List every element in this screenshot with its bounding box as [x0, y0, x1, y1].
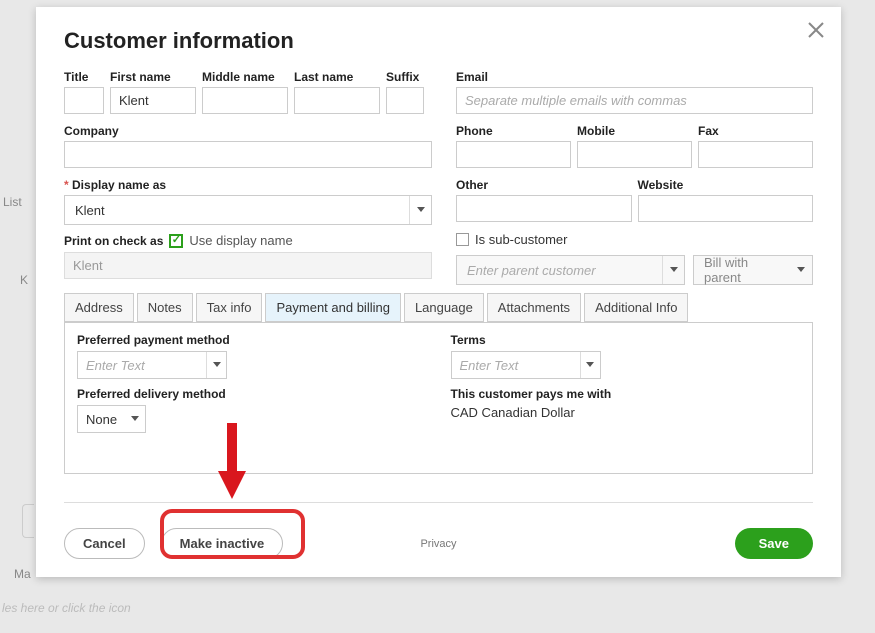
- pref-delivery-method-select[interactable]: None: [77, 405, 146, 433]
- modal-title: Customer information: [64, 28, 813, 54]
- pays-with-value: CAD Canadian Dollar: [451, 405, 801, 420]
- phone-field[interactable]: [456, 141, 571, 168]
- privacy-link[interactable]: Privacy: [420, 538, 456, 550]
- suffix-field[interactable]: [386, 87, 424, 114]
- label-last-name: Last name: [294, 70, 380, 84]
- bill-with-parent-select[interactable]: Bill with parent: [693, 255, 813, 285]
- title-field[interactable]: [64, 87, 104, 114]
- close-icon[interactable]: [807, 21, 825, 39]
- tab-attachments[interactable]: Attachments: [487, 293, 581, 322]
- terms-label: Terms: [451, 333, 801, 347]
- tab-language[interactable]: Language: [404, 293, 484, 322]
- label-is-subcustomer: Is sub-customer: [475, 232, 567, 247]
- fax-field[interactable]: [698, 141, 813, 168]
- bg-attach-hint: les here or click the icon: [2, 601, 131, 615]
- label-company: Company: [64, 124, 432, 138]
- label-use-display-name: Use display name: [189, 233, 292, 248]
- print-check-field: [64, 252, 432, 279]
- chevron-down-icon: [409, 196, 431, 224]
- tab-panel-payment: Preferred payment method Enter Text Pref…: [64, 322, 813, 474]
- company-field[interactable]: [64, 141, 432, 168]
- label-fax: Fax: [698, 124, 813, 138]
- label-website: Website: [638, 178, 814, 192]
- website-field[interactable]: [638, 195, 814, 222]
- other-field[interactable]: [456, 195, 632, 222]
- is-subcustomer-checkbox[interactable]: [456, 233, 469, 246]
- tab-tax-info[interactable]: Tax info: [196, 293, 263, 322]
- bill-with-parent-value: Bill with parent: [694, 251, 790, 289]
- footer: Cancel Make inactive Privacy Save: [64, 528, 813, 559]
- label-email: Email: [456, 70, 813, 84]
- label-first-name: First name: [110, 70, 196, 84]
- email-field[interactable]: [456, 87, 813, 114]
- bg-box-fragment: [22, 504, 34, 538]
- footer-divider: [64, 502, 813, 503]
- label-phone: Phone: [456, 124, 571, 138]
- cancel-button[interactable]: Cancel: [64, 528, 145, 559]
- save-button[interactable]: Save: [735, 528, 813, 559]
- chevron-down-icon: [206, 352, 226, 378]
- label-print-check: Print on check as: [64, 234, 163, 248]
- chevron-down-icon: [662, 256, 684, 284]
- tab-address[interactable]: Address: [64, 293, 134, 322]
- tab-payment-billing[interactable]: Payment and billing: [265, 293, 400, 322]
- use-display-name-checkbox[interactable]: [169, 234, 183, 248]
- display-name-value: Klent: [65, 199, 409, 222]
- bg-ma: Ma: [14, 567, 31, 581]
- label-other: Other: [456, 178, 632, 192]
- label-title: Title: [64, 70, 104, 84]
- terms-select[interactable]: Enter Text: [451, 351, 601, 379]
- parent-customer-placeholder: Enter parent customer: [457, 259, 662, 282]
- label-display-name: Display name as: [64, 178, 432, 192]
- chevron-down-icon: [790, 256, 812, 284]
- middle-name-field[interactable]: [202, 87, 288, 114]
- make-inactive-button[interactable]: Make inactive: [161, 528, 284, 559]
- label-middle-name: Middle name: [202, 70, 288, 84]
- label-suffix: Suffix: [386, 70, 424, 84]
- pref-delivery-method-label: Preferred delivery method: [77, 387, 427, 401]
- parent-customer-select[interactable]: Enter parent customer: [456, 255, 685, 285]
- chevron-down-icon: [125, 406, 145, 432]
- tab-notes[interactable]: Notes: [137, 293, 193, 322]
- tab-additional-info[interactable]: Additional Info: [584, 293, 688, 322]
- display-name-select[interactable]: Klent: [64, 195, 432, 225]
- right-column: Email Phone Mobile Fax Othe: [456, 70, 813, 285]
- tabset: Address Notes Tax info Payment and billi…: [64, 293, 813, 322]
- label-mobile: Mobile: [577, 124, 692, 138]
- left-column: Title First name Middle name Last name S…: [64, 70, 432, 285]
- pref-payment-method-value: Enter Text: [78, 355, 206, 376]
- mobile-field[interactable]: [577, 141, 692, 168]
- first-name-field[interactable]: [110, 87, 196, 114]
- pref-payment-method-select[interactable]: Enter Text: [77, 351, 227, 379]
- chevron-down-icon: [580, 352, 600, 378]
- last-name-field[interactable]: [294, 87, 380, 114]
- bg-k: K: [20, 273, 28, 287]
- pref-payment-method-label: Preferred payment method: [77, 333, 427, 347]
- customer-info-modal: Customer information Title First name Mi…: [36, 7, 841, 577]
- bg-list-fragment: List: [3, 195, 22, 209]
- terms-value: Enter Text: [452, 355, 580, 376]
- pref-delivery-method-value: None: [78, 409, 125, 430]
- pays-with-label: This customer pays me with: [451, 387, 801, 401]
